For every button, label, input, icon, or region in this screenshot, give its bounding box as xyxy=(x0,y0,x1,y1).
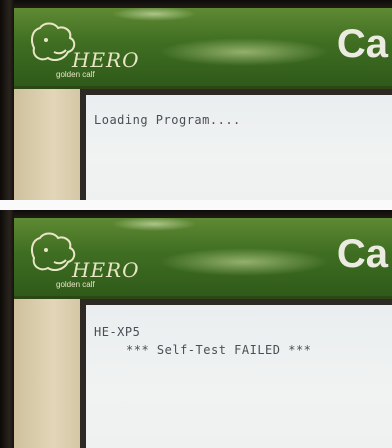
model-id: HE-XP5 xyxy=(94,325,141,339)
screen-frame: Loading Program.... xyxy=(80,89,392,200)
photo-loading: HERO golden calf Ca Loading Program.... xyxy=(0,0,392,200)
lcd-screen: HE-XP5 *** Self-Test FAILED *** xyxy=(86,305,392,448)
loading-message: Loading Program.... xyxy=(94,113,241,127)
device-panel: HERO golden calf Ca Loading Program.... xyxy=(14,8,392,200)
brand-name: HERO xyxy=(72,48,140,72)
bezel-left xyxy=(0,0,14,200)
banner-partial-text: Ca xyxy=(336,232,388,276)
brand-name: HERO xyxy=(72,258,140,282)
panel-left-strip xyxy=(14,89,80,200)
device-panel: HERO golden calf Ca HE-XP5 *** Self-Test… xyxy=(14,218,392,448)
lcd-screen: Loading Program.... xyxy=(86,95,392,200)
brand-subtitle: golden calf xyxy=(56,70,95,79)
banner-partial-text: Ca xyxy=(336,22,388,66)
screen-frame: HE-XP5 *** Self-Test FAILED *** xyxy=(80,299,392,448)
bezel-left xyxy=(0,210,14,448)
self-test-failed-message: *** Self-Test FAILED *** xyxy=(126,343,312,357)
brand-subtitle: golden calf xyxy=(56,280,95,289)
brand-banner: HERO golden calf Ca xyxy=(14,218,392,299)
panel-left-strip xyxy=(14,299,80,448)
brand-banner: HERO golden calf Ca xyxy=(14,8,392,89)
photo-self-test: HERO golden calf Ca HE-XP5 *** Self-Test… xyxy=(0,210,392,448)
